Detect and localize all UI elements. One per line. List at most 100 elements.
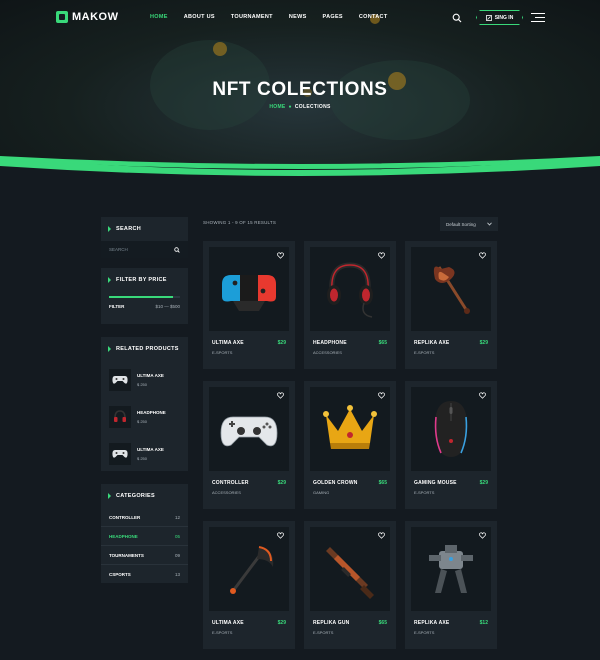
product-card[interactable]: GOLDEN CROWN $65 GAMING bbox=[304, 381, 396, 509]
chevron-down-icon bbox=[487, 222, 492, 226]
related-product-thumb bbox=[109, 405, 131, 428]
product-category: E-SPORTS bbox=[313, 630, 334, 635]
product-name: GAMING MOUSE bbox=[414, 480, 457, 486]
product-price: $29 bbox=[277, 340, 286, 346]
category-name: CSPORTS bbox=[109, 572, 131, 577]
product-category: ACCESSORIES bbox=[212, 490, 241, 495]
menu-item-tournament[interactable]: TOURNAMENT bbox=[231, 14, 273, 20]
product-price: $65 bbox=[378, 480, 387, 486]
menu-item-contact[interactable]: CONTACT bbox=[359, 14, 388, 20]
related-product-price: $ 250 bbox=[137, 455, 148, 461]
search-icon[interactable] bbox=[174, 246, 180, 253]
results-count: SHOWING 1 - 9 OF 15 RESULTS bbox=[203, 220, 277, 225]
widget-title: RELATED PRODUCTS bbox=[101, 337, 188, 361]
filter-button[interactable]: FILTER bbox=[109, 304, 124, 309]
product-card[interactable]: HEADPHONE $65 ACCESSORIES bbox=[304, 241, 396, 369]
menu-item-home[interactable]: HOME bbox=[150, 14, 168, 20]
related-product-price: $ 250 bbox=[137, 381, 148, 387]
product-card[interactable]: REPLIKA GUN $65 E-SPORTS bbox=[304, 521, 396, 649]
headphone-icon bbox=[327, 262, 373, 318]
logo[interactable]: MAKOW bbox=[56, 11, 119, 23]
product-image bbox=[209, 247, 289, 331]
product-card[interactable]: CONTROLLER $29 ACCESSORIES bbox=[203, 381, 295, 509]
product-name: ULTIMA AXE bbox=[212, 620, 244, 626]
mech-robot-icon bbox=[429, 545, 473, 593]
product-card[interactable]: REPLIKA AXE $29 E-SPORTS bbox=[405, 241, 497, 369]
hamburger-menu-icon[interactable] bbox=[531, 13, 545, 23]
category-count: 05 bbox=[174, 533, 180, 539]
product-price: $29 bbox=[479, 480, 488, 486]
hero-wave-divider bbox=[0, 156, 600, 182]
headphone-icon bbox=[114, 409, 126, 422]
product-name: ULTIMA AXE bbox=[212, 340, 244, 346]
search-icon[interactable] bbox=[452, 13, 462, 23]
switch-controller-icon bbox=[222, 275, 276, 311]
product-card[interactable]: ULTIMA AXE $29 E-SPORTS bbox=[203, 521, 295, 649]
product-name: REPLIKA AXE bbox=[414, 620, 450, 626]
menu-item-news[interactable]: NEWS bbox=[289, 14, 307, 20]
product-price: $65 bbox=[378, 340, 387, 346]
price-range-fill bbox=[109, 296, 173, 298]
category-item[interactable]: CONTROLLER 12 bbox=[101, 508, 188, 527]
category-item[interactable]: HEADPHONE 05 bbox=[101, 527, 188, 546]
category-count: 13 bbox=[174, 572, 180, 577]
related-product-name: HEADPHONE bbox=[137, 409, 166, 415]
product-name: REPLIKA GUN bbox=[313, 620, 350, 626]
product-category: E-SPORTS bbox=[212, 350, 233, 355]
product-category: E-SPORTS bbox=[414, 490, 435, 495]
sort-select[interactable]: Default Sorting bbox=[440, 217, 498, 231]
product-category: E-SPORTS bbox=[212, 630, 233, 635]
menu-item-about[interactable]: ABOUT US bbox=[184, 14, 215, 20]
logo-icon bbox=[56, 11, 68, 23]
sidebar-categories-widget: CATEGORIES CONTROLLER 12 HEADPHONE 05 TO… bbox=[101, 484, 188, 583]
related-product-item[interactable]: ULTIMA AXE $ 250 bbox=[101, 361, 188, 398]
product-category: E-SPORTS bbox=[414, 630, 435, 635]
related-product-item[interactable]: HEADPHONE $ 250 bbox=[101, 398, 188, 435]
product-category: GAMING bbox=[313, 490, 330, 495]
gamepad-icon bbox=[112, 449, 128, 458]
product-card[interactable]: ULTIMA AXE $29 E-SPORTS bbox=[203, 241, 295, 369]
price-range-slider[interactable] bbox=[109, 296, 180, 298]
sidebar-related-products-widget: RELATED PRODUCTS ULTIMA AXE $ 250 HEADPH… bbox=[101, 337, 188, 471]
breadcrumb-home[interactable]: HOME bbox=[269, 104, 285, 110]
sidebar-search-input[interactable]: SEARCH bbox=[101, 241, 188, 258]
product-name: GOLDEN CROWN bbox=[313, 480, 358, 486]
widget-title: CATEGORIES bbox=[101, 484, 188, 508]
category-name: TOURNAMENTS bbox=[109, 552, 144, 558]
product-name: REPLIKA AXE bbox=[414, 340, 450, 346]
sidebar-price-filter-widget: FILTER BY PRICE FILTER $10 — $500 bbox=[101, 268, 188, 324]
gamepad-icon bbox=[112, 375, 128, 384]
product-price: $29 bbox=[479, 340, 488, 346]
product-card[interactable]: REPLIKA AXE $12 E-SPORTS bbox=[405, 521, 497, 649]
product-image bbox=[310, 527, 390, 611]
breadcrumb-separator: ● bbox=[288, 104, 292, 110]
gamepad-icon bbox=[220, 416, 278, 447]
product-card[interactable]: GAMING MOUSE $29 E-SPORTS bbox=[405, 381, 497, 509]
related-product-thumb bbox=[109, 368, 131, 391]
widget-title: SEARCH bbox=[101, 217, 188, 241]
product-image bbox=[209, 387, 289, 471]
product-name: HEADPHONE bbox=[313, 340, 347, 346]
price-range-value: $10 — $500 bbox=[155, 304, 180, 309]
widget-title: FILTER BY PRICE bbox=[101, 268, 188, 292]
breadcrumb-current: COLECTIONS bbox=[294, 104, 331, 110]
product-image bbox=[411, 527, 491, 611]
filter-row: FILTER $10 — $500 bbox=[101, 298, 188, 315]
related-product-name: ULTIMA AXE bbox=[137, 372, 164, 378]
product-category: ACCESSORIES bbox=[313, 350, 342, 355]
category-item[interactable]: TOURNAMENTS 09 bbox=[101, 546, 188, 565]
sort-selected-value: Default Sorting bbox=[446, 221, 476, 227]
product-price: $29 bbox=[277, 480, 286, 486]
sign-in-button[interactable]: SING IN bbox=[476, 10, 523, 25]
mouse-icon bbox=[434, 401, 468, 457]
top-navbar: MAKOW HOME ABOUT US TOURNAMENT NEWS PAGE… bbox=[0, 0, 600, 36]
menu-item-pages[interactable]: PAGES bbox=[323, 14, 343, 20]
breadcrumb: HOME ● COLECTIONS bbox=[0, 104, 600, 110]
related-product-item[interactable]: ULTIMA AXE $ 250 bbox=[101, 435, 188, 472]
product-image bbox=[209, 527, 289, 611]
category-item[interactable]: CSPORTS 13 bbox=[101, 565, 188, 584]
product-image bbox=[310, 387, 390, 471]
sidebar-search-widget: SEARCH SEARCH bbox=[101, 217, 188, 258]
search-placeholder: SEARCH bbox=[109, 247, 128, 252]
rifle-icon bbox=[326, 547, 374, 599]
